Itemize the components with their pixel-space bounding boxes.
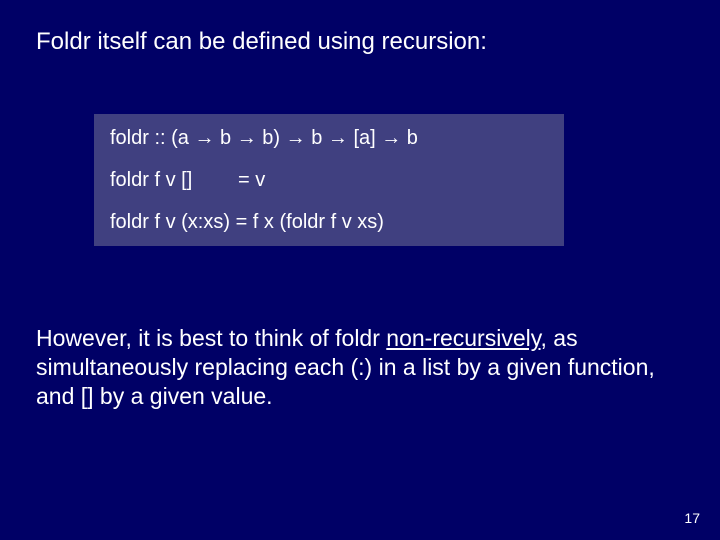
slide-heading: Foldr itself can be defined using recurs… xyxy=(36,28,684,56)
arrow-icon: → xyxy=(381,127,401,149)
arrow-icon: → xyxy=(237,127,257,149)
slide: Foldr itself can be defined using recurs… xyxy=(0,0,720,410)
code-text: b xyxy=(306,127,328,149)
code-text: b) xyxy=(257,127,286,149)
code-text: b xyxy=(214,127,236,149)
arrow-icon: → xyxy=(194,127,214,149)
body-text-underlined: non-recursively xyxy=(386,325,540,351)
code-line-base: foldr f v []= v xyxy=(110,170,548,190)
code-text: [a] xyxy=(348,127,381,149)
page-number: 17 xyxy=(684,510,700,526)
arrow-icon: → xyxy=(286,127,306,149)
body-paragraph: However, it is best to think of foldr no… xyxy=(36,324,664,410)
code-text: foldr f v [] xyxy=(110,170,238,190)
arrow-icon: → xyxy=(328,127,348,149)
body-text: However, it is best to think of foldr xyxy=(36,325,386,351)
code-line-type: foldr :: (a → b → b) → b → [a] → b xyxy=(110,128,548,148)
code-text: foldr :: (a xyxy=(110,127,194,149)
code-line-recursive: foldr f v (x:xs) = f x (foldr f v xs) xyxy=(110,212,548,232)
code-text: = v xyxy=(238,169,265,191)
code-box: foldr :: (a → b → b) → b → [a] → b foldr… xyxy=(94,114,564,246)
code-text: b xyxy=(401,127,418,149)
